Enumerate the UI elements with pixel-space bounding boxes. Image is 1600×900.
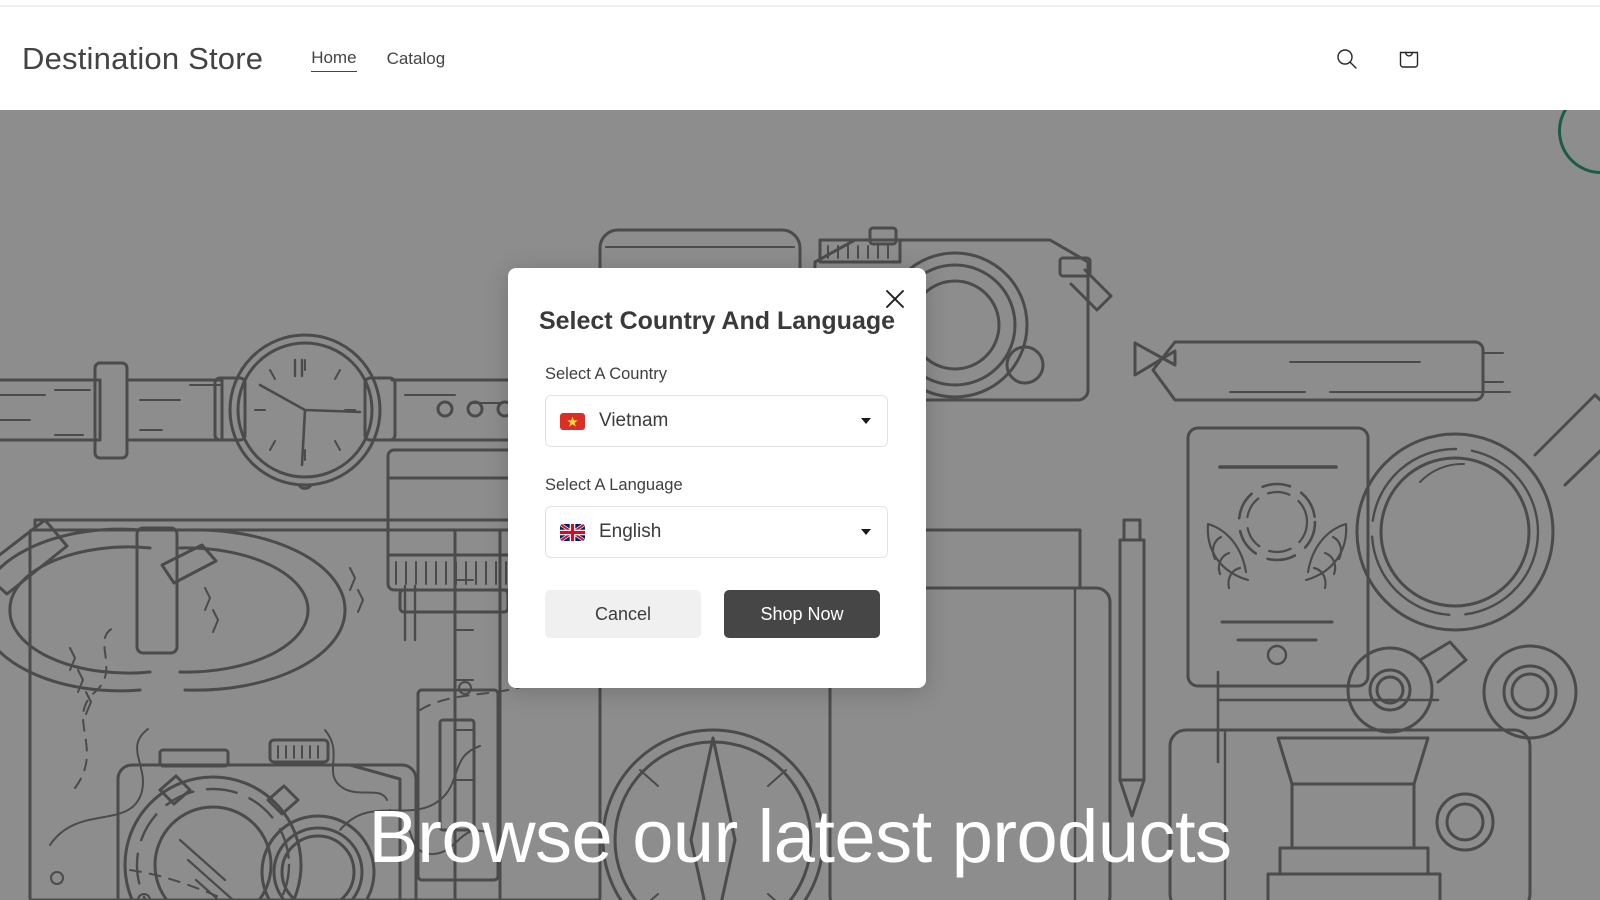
close-icon[interactable] (878, 282, 912, 316)
country-field-label: Select A Country (545, 365, 667, 383)
modal-actions: Cancel Shop Now (508, 590, 926, 638)
shopping-bag-icon[interactable] (1392, 42, 1426, 76)
main-nav: Home Catalog (311, 45, 445, 72)
page-root: Destination Store Home Catalog Browse ou… (0, 0, 1600, 900)
country-select[interactable]: Vietnam (545, 395, 888, 447)
flag-united-kingdom-icon (560, 523, 585, 541)
hero-title: Browse our latest products (368, 794, 1232, 878)
nav-item-catalog[interactable]: Catalog (387, 49, 446, 72)
nav-item-home[interactable]: Home (311, 48, 357, 72)
language-select[interactable]: English (545, 506, 888, 558)
country-language-modal: Select Country And Language Select A Cou… (508, 268, 926, 688)
search-icon[interactable] (1330, 42, 1364, 76)
cancel-button[interactable]: Cancel (545, 590, 701, 638)
site-header: Destination Store Home Catalog (0, 7, 1600, 110)
brand-title: Destination Store (22, 40, 264, 76)
modal-body: Select A Country Vietnam Select A Langua… (508, 365, 926, 558)
chevron-down-icon (861, 418, 871, 424)
flag-vietnam-icon (560, 412, 585, 430)
header-actions (1330, 42, 1578, 76)
language-field-label: Select A Language (545, 476, 683, 494)
chevron-down-icon (861, 529, 871, 535)
shop-now-button[interactable]: Shop Now (724, 590, 880, 638)
language-select-value: English (599, 521, 662, 542)
country-select-value: Vietnam (599, 410, 669, 431)
modal-title: Select Country And Language (538, 307, 896, 335)
